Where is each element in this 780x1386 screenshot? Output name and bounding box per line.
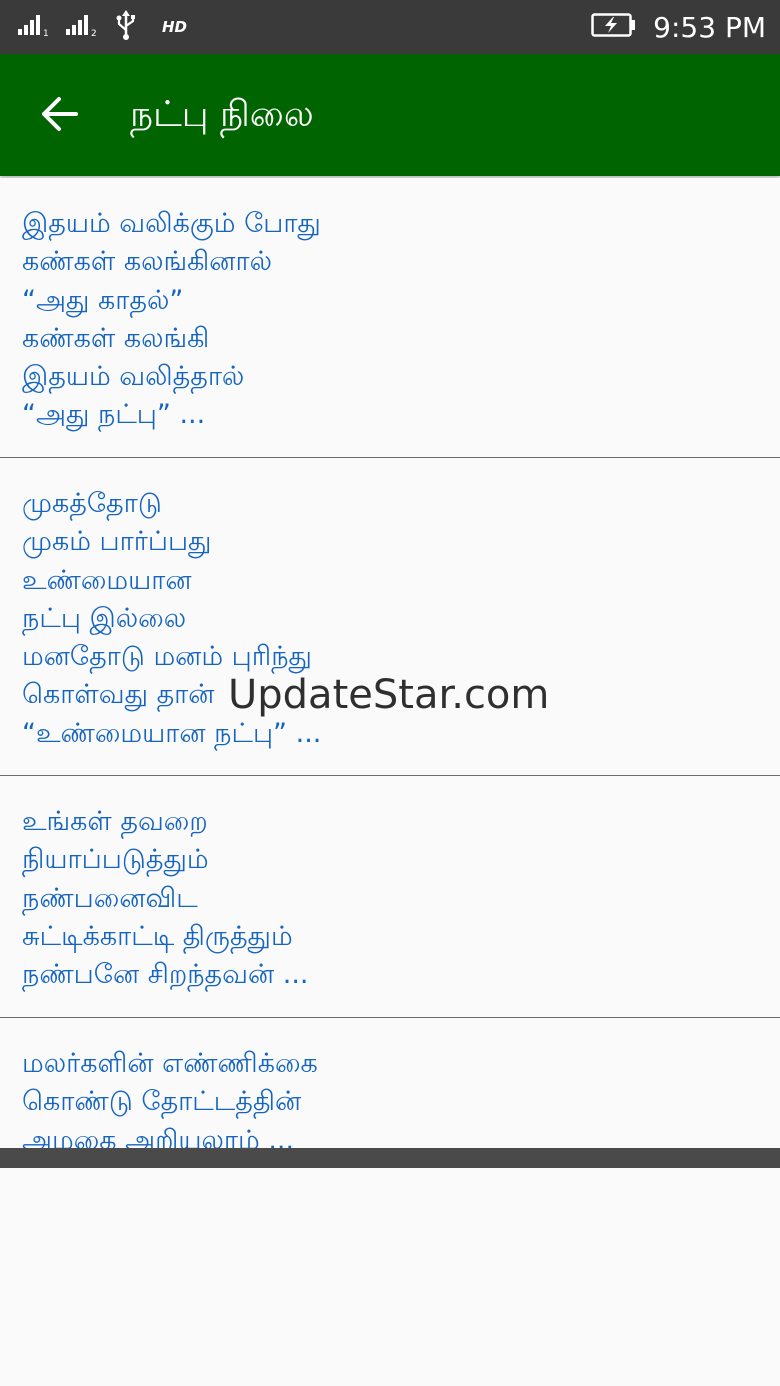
signal-sim2-icon: 2 xyxy=(66,13,100,41)
quote-text: மலர்களின் எண்ணிக்கை கொண்டு தோட்டத்தின் அ… xyxy=(22,1048,318,1148)
arrow-back-icon xyxy=(40,94,80,138)
usb-icon xyxy=(114,10,138,44)
status-bar-right: 9:53 PM xyxy=(591,6,766,48)
list-item[interactable]: மலர்களின் எண்ணிக்கை கொண்டு தோட்டத்தின் அ… xyxy=(0,1018,780,1148)
quote-list[interactable]: இதயம் வலிக்கும் போது கண்கள் கலங்கினால் “… xyxy=(0,178,780,1148)
back-button[interactable] xyxy=(28,84,92,148)
network-type-label: HD xyxy=(162,18,188,36)
status-time: 9:53 PM xyxy=(653,10,766,44)
page-title: நட்பு நிலை xyxy=(130,94,314,135)
signal-sim1-icon: 1 xyxy=(18,13,52,41)
list-item[interactable]: உங்கள் தவறை நியாப்படுத்தும் நண்பனைவிட சு… xyxy=(0,776,780,1018)
quote-text: இதயம் வலிக்கும் போது கண்கள் கலங்கினால் “… xyxy=(22,208,321,431)
svg-text:1: 1 xyxy=(43,29,49,37)
quote-text: முகத்தோடு முகம் பார்ப்பது உண்மையான நட்பு… xyxy=(22,488,322,749)
app-bar: நட்பு நிலை xyxy=(0,54,780,176)
list-item[interactable]: இதயம் வலிக்கும் போது கண்கள் கலங்கினால் “… xyxy=(0,178,780,458)
list-item[interactable]: முகத்தோடு முகம் பார்ப்பது உண்மையான நட்பு… xyxy=(0,458,780,776)
svg-text:2: 2 xyxy=(91,29,97,37)
status-bar-left: 1 2 HD xyxy=(18,8,187,46)
navigation-bar xyxy=(0,1148,780,1168)
status-bar: 1 2 HD 9:53 PM xyxy=(0,0,780,54)
battery-charging-icon xyxy=(591,12,637,42)
quote-text: உங்கள் தவறை நியாப்படுத்தும் நண்பனைவிட சு… xyxy=(22,806,309,991)
empty-area xyxy=(0,1168,780,1386)
